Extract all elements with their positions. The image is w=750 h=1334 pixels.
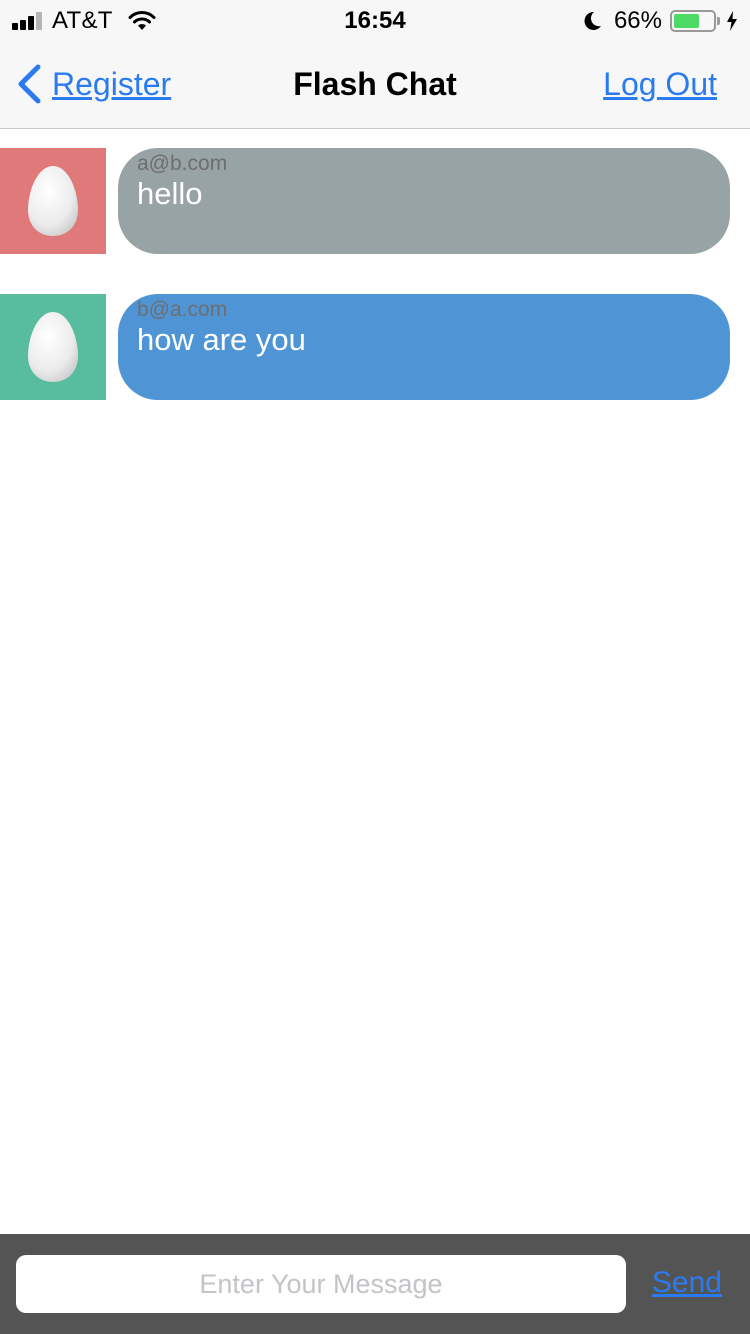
message-sender: b@a.com [137,298,228,321]
battery-tip [717,17,720,25]
navigation-bar: Register Flash Chat Log Out [0,40,750,129]
message-list[interactable]: a@b.com hello b@a.com how are you [0,129,750,1234]
log-out-button[interactable]: Log Out [603,66,717,103]
battery-percent: 66% [613,7,662,34]
message-text: how are you [137,322,306,357]
message-row: b@a.com how are you [0,294,750,400]
message-bubble: a@b.com hello [118,148,730,254]
moon-icon [584,11,601,30]
charging-bolt-icon [727,11,737,31]
message-row: a@b.com hello [0,148,750,254]
message-input[interactable] [16,1255,626,1313]
battery-icon [670,10,716,32]
message-sender: a@b.com [137,152,228,175]
message-text: hello [137,176,203,211]
status-right: 66% [582,7,738,35]
send-button[interactable]: Send [652,1266,722,1300]
message-bubble: b@a.com how are you [118,294,730,400]
message-composer: Send [0,1234,750,1334]
avatar [0,148,106,254]
egg-icon [28,166,78,236]
battery-fill [674,14,699,28]
avatar [0,294,106,400]
status-bar: AT&T 16:54 66% [0,0,750,40]
egg-icon [28,312,78,382]
